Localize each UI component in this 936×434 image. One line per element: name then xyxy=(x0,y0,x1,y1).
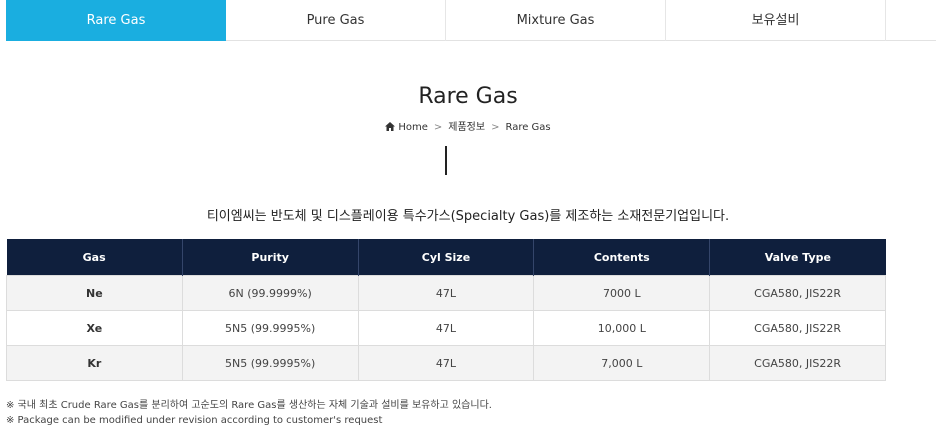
note-package: ※ Package can be modified under revision… xyxy=(6,415,383,426)
header-purity: Purity xyxy=(182,239,359,276)
cell-contents: 7000 L xyxy=(533,275,711,311)
header-valve-type: Valve Type xyxy=(709,239,886,276)
cell-cyl-size: 47L xyxy=(357,310,535,346)
title-divider xyxy=(445,146,447,175)
cell-contents: 7,000 L xyxy=(533,345,711,381)
note-korean: ※ 국내 최초 Crude Rare Gas를 분리하여 고순도의 Rare G… xyxy=(6,400,492,411)
cell-contents: 10,000 L xyxy=(533,310,711,346)
tab-rare-gas[interactable]: Rare Gas xyxy=(6,0,226,41)
cell-purity: 5N5 (99.9995%) xyxy=(181,345,359,381)
cell-gas: Xe xyxy=(6,310,183,346)
home-icon[interactable] xyxy=(385,122,396,134)
cell-cyl-size: 47L xyxy=(357,275,535,311)
breadcrumb-current: Rare Gas xyxy=(505,122,551,133)
table-header-row: Gas Purity Cyl Size Contents Valve Type xyxy=(6,239,886,276)
header-contents: Contents xyxy=(533,239,711,276)
cell-valve-type: CGA580, JIS22R xyxy=(709,345,886,381)
breadcrumb-level1[interactable]: 제품정보 xyxy=(448,122,485,133)
table-row: Ne 6N (99.9999%) 47L 7000 L CGA580, JIS2… xyxy=(6,275,886,311)
cell-gas: Kr xyxy=(6,345,183,381)
tab-mixture-gas[interactable]: Mixture Gas xyxy=(446,0,666,41)
cell-purity: 6N (99.9999%) xyxy=(181,275,359,311)
product-tabs: Rare Gas Pure Gas Mixture Gas 보유설비 xyxy=(6,0,936,41)
tab-filler xyxy=(886,0,936,40)
table-row: Kr 5N5 (99.9995%) 47L 7,000 L CGA580, JI… xyxy=(6,345,886,381)
cell-valve-type: CGA580, JIS22R xyxy=(709,310,886,346)
cell-gas: Ne xyxy=(6,275,183,311)
breadcrumb-separator: > xyxy=(433,122,443,133)
table-row: Xe 5N5 (99.9995%) 47L 10,000 L CGA580, J… xyxy=(6,310,886,346)
page-title: Rare Gas xyxy=(418,84,518,109)
breadcrumb: Home > 제품정보 > Rare Gas xyxy=(0,118,936,134)
header-cyl-size: Cyl Size xyxy=(358,239,535,276)
tab-equipment[interactable]: 보유설비 xyxy=(666,0,886,41)
tab-pure-gas[interactable]: Pure Gas xyxy=(226,0,446,41)
cell-valve-type: CGA580, JIS22R xyxy=(709,275,886,311)
cell-purity: 5N5 (99.9995%) xyxy=(181,310,359,346)
breadcrumb-home[interactable]: Home xyxy=(398,122,428,133)
intro-text: 티이엠씨는 반도체 및 디스플레이용 특수가스(Specialty Gas)를 … xyxy=(206,209,730,224)
gas-spec-table: Gas Purity Cyl Size Contents Valve Type … xyxy=(6,239,886,381)
breadcrumb-separator: > xyxy=(491,122,500,133)
header-gas: Gas xyxy=(6,239,183,276)
cell-cyl-size: 47L xyxy=(357,345,535,381)
